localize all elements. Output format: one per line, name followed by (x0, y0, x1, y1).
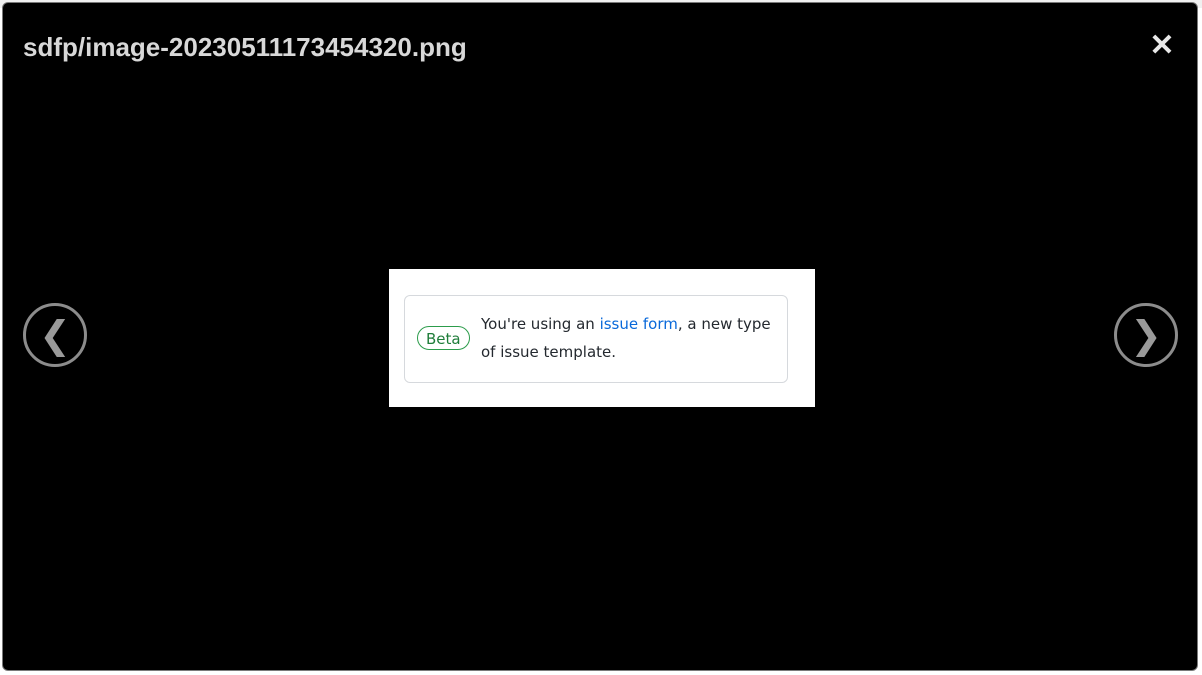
displayed-image: Beta You're using an issue form, a new t… (389, 269, 815, 407)
image-title: sdfp/image-20230511173454320.png (23, 32, 467, 62)
close-icon[interactable]: ✕ (1145, 29, 1179, 63)
image-lightbox: sdfp/image-20230511173454320.png ✕ ❮ ❯ B… (2, 2, 1198, 671)
beta-badge: Beta (417, 326, 470, 350)
chevron-right-icon: ❯ (1130, 313, 1162, 357)
next-image-button[interactable]: ❯ (1114, 303, 1178, 367)
notice-text-before: You're using an (481, 315, 600, 333)
issue-form-link[interactable]: issue form (600, 315, 678, 333)
notice-text: You're using an issue form, a new type o… (481, 310, 771, 366)
chevron-left-icon: ❮ (39, 313, 71, 357)
previous-image-button[interactable]: ❮ (23, 303, 87, 367)
issue-form-notice: Beta You're using an issue form, a new t… (404, 295, 788, 383)
